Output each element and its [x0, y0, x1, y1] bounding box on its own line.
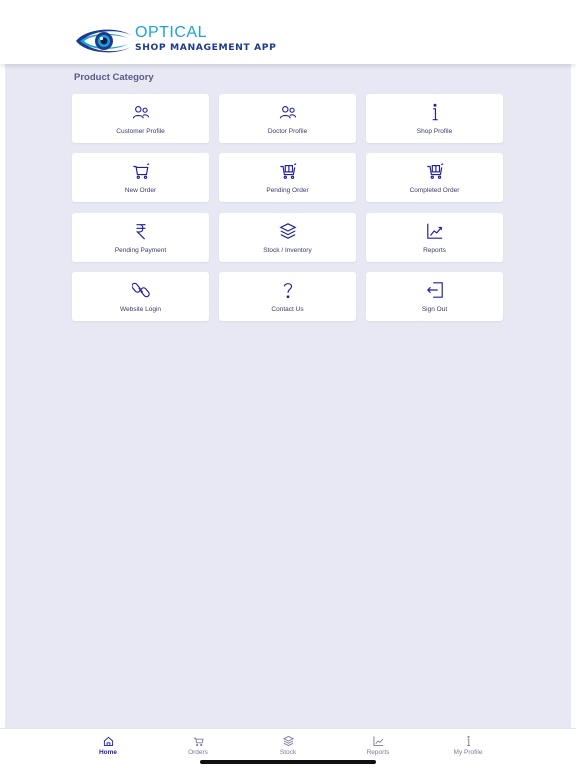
card-reports[interactable]: Reports	[366, 213, 503, 262]
home-icon	[103, 736, 113, 747]
tab-home[interactable]: Home	[73, 735, 143, 756]
info-icon	[466, 735, 470, 747]
card-label: Reports	[423, 247, 446, 254]
cart-box-icon	[279, 163, 296, 179]
cart-icon	[193, 737, 204, 747]
info-icon	[432, 103, 438, 121]
section-title: Product Category	[74, 72, 154, 83]
tab-my-profile[interactable]: My Profile	[433, 735, 503, 756]
sign-out-icon	[426, 282, 443, 298]
app-header: OPTICAL SHOP MANAGEMENT APP	[0, 0, 576, 64]
card-website-login[interactable]: Website Login	[72, 272, 209, 321]
card-label: Shop Profile	[416, 128, 453, 135]
cart-box-icon	[426, 163, 443, 179]
card-label: Pending Order	[266, 187, 309, 194]
card-label: Sign Out	[421, 306, 448, 313]
brand-subtitle: SHOP MANAGEMENT APP	[135, 42, 277, 53]
brand-title: OPTICAL	[135, 24, 207, 41]
chart-icon	[372, 736, 383, 747]
card-label: New Order	[124, 187, 157, 194]
home-indicator	[200, 760, 376, 764]
link-icon	[131, 282, 150, 298]
rupee-icon	[135, 224, 145, 240]
card-label: Website Login	[119, 306, 162, 313]
eye-logo-icon	[76, 29, 132, 53]
card-completed-order[interactable]: Completed Order	[366, 153, 503, 202]
card-stock-inventory[interactable]: Stock / Inventory	[219, 213, 356, 262]
card-sign-out[interactable]: Sign Out	[366, 272, 503, 321]
card-customer-profile[interactable]: Customer Profile	[72, 94, 209, 143]
tab-label: Stock	[279, 749, 297, 756]
card-label: Doctor Profile	[267, 128, 308, 135]
tab-stock[interactable]: Stock	[253, 735, 323, 756]
users-icon	[279, 106, 296, 119]
card-contact-us[interactable]: Contact Us	[219, 272, 356, 321]
layers-icon	[278, 223, 297, 239]
tab-orders[interactable]: Orders	[163, 735, 233, 756]
card-new-order[interactable]: New Order	[72, 153, 209, 202]
card-shop-profile[interactable]: Shop Profile	[366, 94, 503, 143]
tab-label: My Profile	[453, 749, 483, 756]
users-icon	[132, 106, 149, 119]
chart-icon	[426, 223, 442, 239]
card-pending-order[interactable]: Pending Order	[219, 153, 356, 202]
card-label: Customer Profile	[116, 128, 165, 135]
tab-label: Orders	[188, 749, 208, 756]
card-label: Completed Order	[409, 187, 460, 194]
card-pending-payment[interactable]: Pending Payment	[72, 213, 209, 262]
card-label: Stock / Inventory	[263, 247, 312, 254]
question-icon	[283, 283, 292, 299]
layers-icon	[282, 735, 294, 747]
cart-icon	[132, 163, 149, 179]
main-content: Product Category Customer Profile Doctor…	[5, 64, 571, 728]
card-doctor-profile[interactable]: Doctor Profile	[219, 94, 356, 143]
card-label: Contact Us	[271, 306, 304, 313]
tab-reports[interactable]: Reports	[343, 735, 413, 756]
tab-label: Home	[98, 749, 118, 756]
card-label: Pending Payment	[114, 247, 167, 254]
tab-label: Reports	[366, 749, 390, 756]
